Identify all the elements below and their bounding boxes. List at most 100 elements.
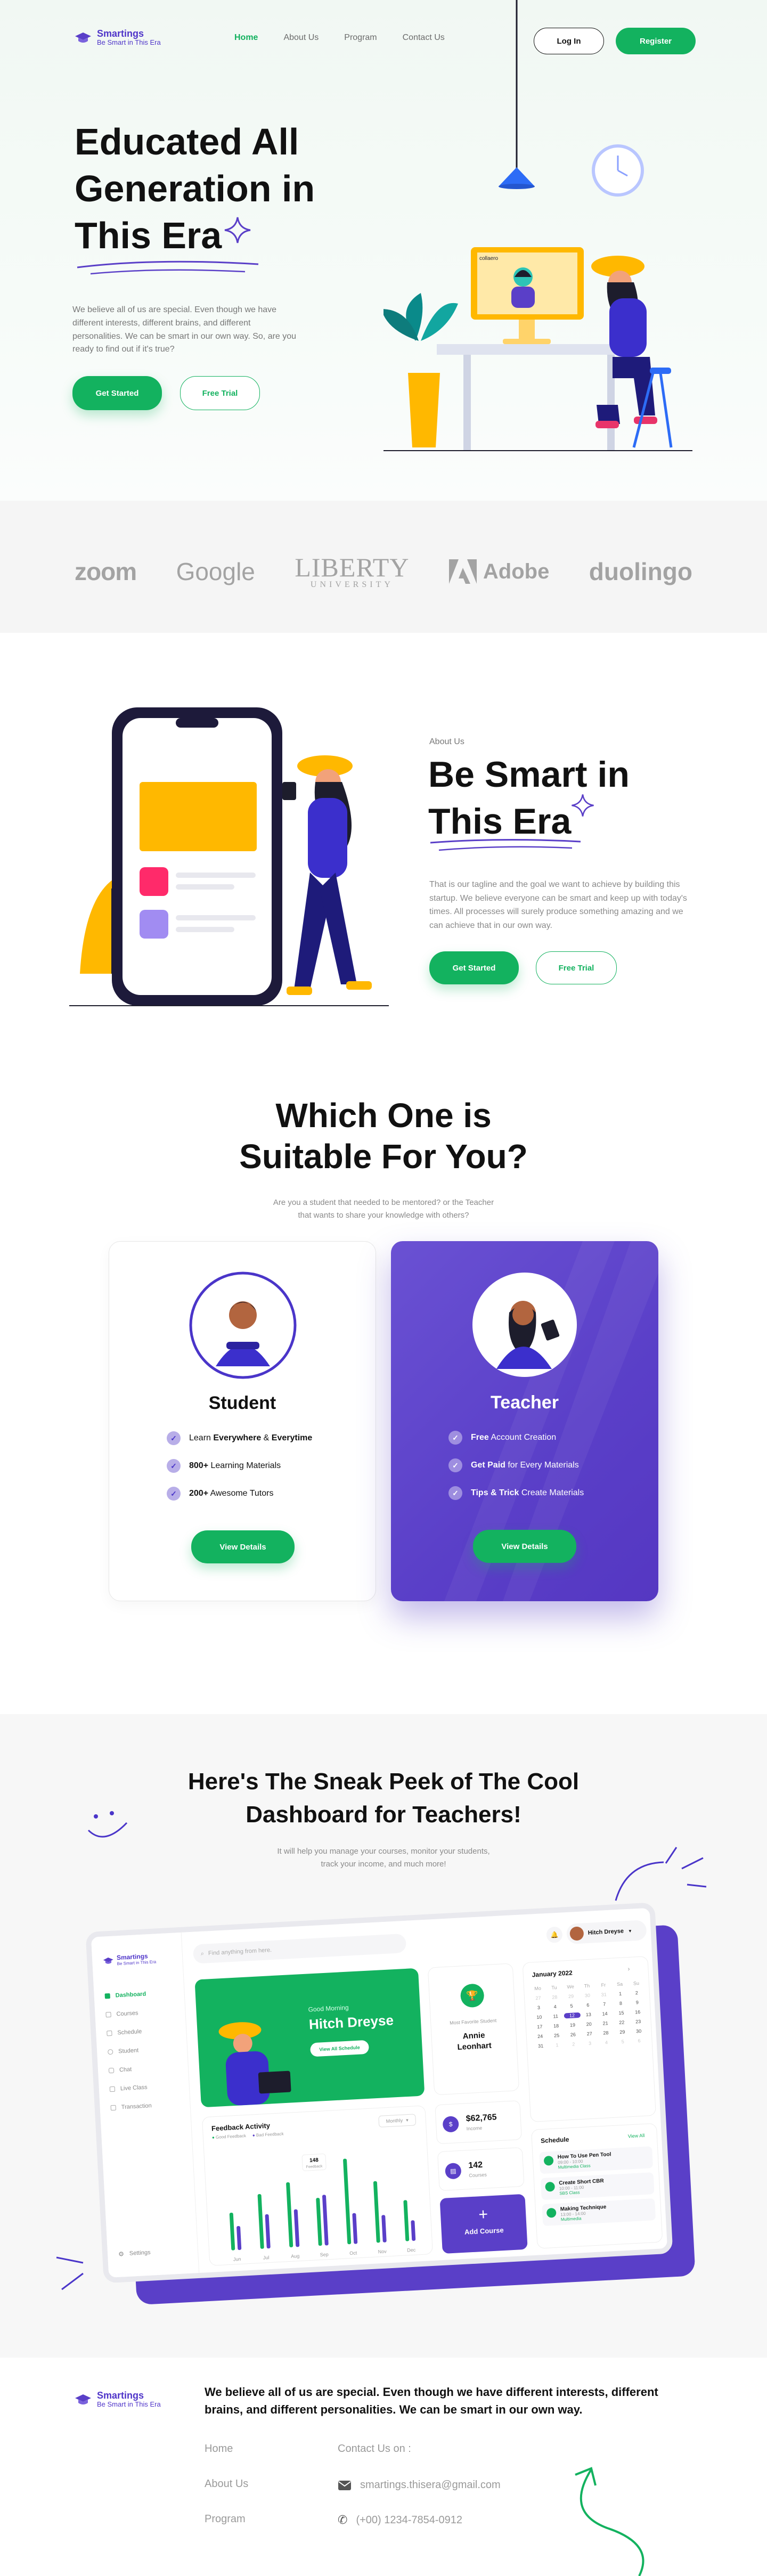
calendar-day[interactable]: 2 [565,2041,582,2048]
calendar-day[interactable]: 1 [612,1991,629,1997]
calendar-day[interactable]: 1 [549,2042,565,2048]
view-schedule-button[interactable]: View All Schedule [309,2040,370,2057]
footer-logo[interactable]: Smartings Be Smart in This Era [75,2391,161,2409]
header-logo[interactable]: Smartings Be Smart in This Era [75,29,161,47]
calendar-day[interactable]: 30 [579,1992,595,1999]
dashboard-settings[interactable]: ⚙ Settings [118,2249,151,2258]
about-get-started-button[interactable]: Get Started [429,951,519,984]
dashboard-menu-item-dashboard[interactable]: Dashboard [104,1991,146,1999]
user-menu[interactable]: Hitch Dreyse ▼ [566,1920,647,1944]
calendar-day[interactable]: 15 [613,2010,630,2016]
adobe-logo: Adobe [448,559,549,584]
calendar-day[interactable]: 7 [596,2001,613,2008]
calendar-day[interactable]: 29 [614,2029,631,2035]
period-select[interactable]: Monthly ▾ [378,2114,417,2127]
liberty-logo: LIBERTY UNIVERSITY [295,554,409,589]
teacher-view-details-button[interactable]: View Details [473,1530,576,1563]
schedule-item[interactable]: Making Technique 13:00 - 14:00 Multimedia [542,2198,656,2227]
calendar-day[interactable]: 24 [532,2033,549,2040]
calendar-day[interactable]: 3 [582,2040,598,2047]
calendar-day[interactable]: 20 [581,2021,597,2027]
calendar-day[interactable]: 28 [546,1994,563,2001]
student-card[interactable]: Student ✓ Learn Everywhere & Everytime ✓… [109,1241,376,1601]
calendar-day[interactable]: 2 [629,1990,645,1996]
calendar-day[interactable]: 5 [615,2039,631,2045]
sparkle-icon [224,217,251,243]
dashboard-search-input[interactable]: ⌕ Find anything from here. [192,1933,407,1964]
bar-good-feedback [403,2200,410,2241]
dashboard-menu-item-courses[interactable]: Courses [105,2009,147,2018]
calendar-day[interactable]: 25 [548,2032,565,2039]
about-eyebrow: About Us [429,737,464,746]
footer-link-about[interactable]: About Us [205,2478,248,2490]
calendar-day[interactable]: 31 [533,2043,549,2049]
calendar-day[interactable]: 5 [563,2003,580,2009]
calendar-day[interactable]: 10 [531,2014,548,2020]
calendar-day[interactable]: 8 [613,2000,629,2007]
calendar-day[interactable]: 22 [614,2019,630,2026]
calendar-day[interactable]: 12 [564,2012,581,2019]
dashboard-menu-item-transaction[interactable]: Transaction [110,2102,152,2111]
schedule-item[interactable]: How To Use Pen Tool 09:00 - 10:00 Multimed… [539,2146,654,2174]
calendar-day[interactable]: 21 [597,2020,614,2027]
dashboard-menu-item-chat[interactable]: Chat [108,2065,150,2074]
calendar-day[interactable]: 6 [631,2037,647,2044]
calendar-day[interactable]: 4 [547,2004,564,2010]
teacher-feature-2: ✓ Get Paid for Every Materials [448,1458,579,1472]
hero-get-started-button[interactable]: Get Started [72,376,162,410]
contact-phone[interactable]: ✆ (+00) 1234-7854-0912 [338,2513,462,2527]
courses-label: Courses [469,2172,487,2179]
dashboard-menu-item-student[interactable]: Student [108,2047,149,2055]
nav-home[interactable]: Home [234,33,258,43]
footer-link-program[interactable]: Program [205,2513,246,2525]
bar-good-feedback [229,2212,235,2251]
teacher-title: Teacher [491,1392,559,1413]
nav-program[interactable]: Program [344,33,377,43]
calendar-day[interactable]: 27 [530,1995,546,2001]
dashboard-menu-item-schedule[interactable]: Schedule [107,2028,148,2036]
contact-email[interactable]: smartings.thisera@gmail.com [338,2479,501,2491]
chevron-right-icon[interactable]: › [627,1965,630,1972]
footer-link-home[interactable]: Home [205,2443,233,2455]
add-course-button[interactable]: + Add Course [439,2194,528,2254]
calendar-day[interactable]: 16 [630,2009,646,2015]
calendar-day[interactable]: 18 [548,2023,564,2029]
graduation-cap-icon [75,2394,91,2404]
teacher-card[interactable]: Teacher ✓ Free Account Creation ✓ Get Pa… [391,1241,658,1601]
calendar-day[interactable]: 14 [597,2011,613,2017]
calendar-day[interactable]: 19 [564,2022,581,2028]
about-free-trial-button[interactable]: Free Trial [536,951,617,984]
check-icon: ✓ [448,1486,462,1500]
calendar-day[interactable]: 31 [595,1992,612,1998]
calendar-day[interactable]: 23 [630,2018,647,2025]
calendar-day[interactable]: 26 [565,2032,581,2038]
class-icon [546,2207,557,2218]
student-title: Student [208,1393,276,1413]
calendar-day[interactable]: 30 [630,2028,647,2034]
calendar-day[interactable]: 11 [548,2013,564,2019]
bar-good-feedback [316,2198,322,2246]
favorite-student-card: 🏆 Most Favorite Student Annie Leonhart [427,1963,520,2096]
add-course-label: Add Course [464,2226,504,2236]
calendar-day[interactable]: 9 [629,1999,646,2006]
calendar-day[interactable]: 27 [581,2031,598,2037]
bell-icon[interactable]: 🔔 [546,1926,563,1943]
chat-icon [108,2067,115,2074]
schedule-item[interactable]: Create Short CBR 10:00 - 11:00 SBS Class [540,2172,655,2200]
hero-free-trial-button[interactable]: Free Trial [180,376,260,410]
calendar-day[interactable]: 6 [580,2002,596,2008]
contact-email-text: smartings.thisera@gmail.com [360,2479,501,2491]
calendar-day[interactable]: 28 [598,2030,614,2036]
nav-about[interactable]: About Us [283,33,319,43]
calendar-day[interactable]: 17 [532,2024,548,2030]
schedule-view-all-link[interactable]: View All [628,2133,645,2139]
calendar-day[interactable]: 13 [580,2011,597,2018]
choose-subtitle: Are you a student that needed to be ment… [0,1196,767,1222]
calendar-day[interactable]: 3 [531,2004,547,2011]
calendar-day[interactable]: 29 [562,1993,579,2000]
student-view-details-button[interactable]: View Details [191,1530,295,1563]
calendar-day[interactable]: 4 [598,2040,615,2046]
student-feature-3: ✓ 200+ Awesome Tutors [167,1487,273,1501]
hero-illustration: collaero [384,0,692,451]
dashboard-menu-item-live-class[interactable]: Live Class [109,2084,151,2092]
